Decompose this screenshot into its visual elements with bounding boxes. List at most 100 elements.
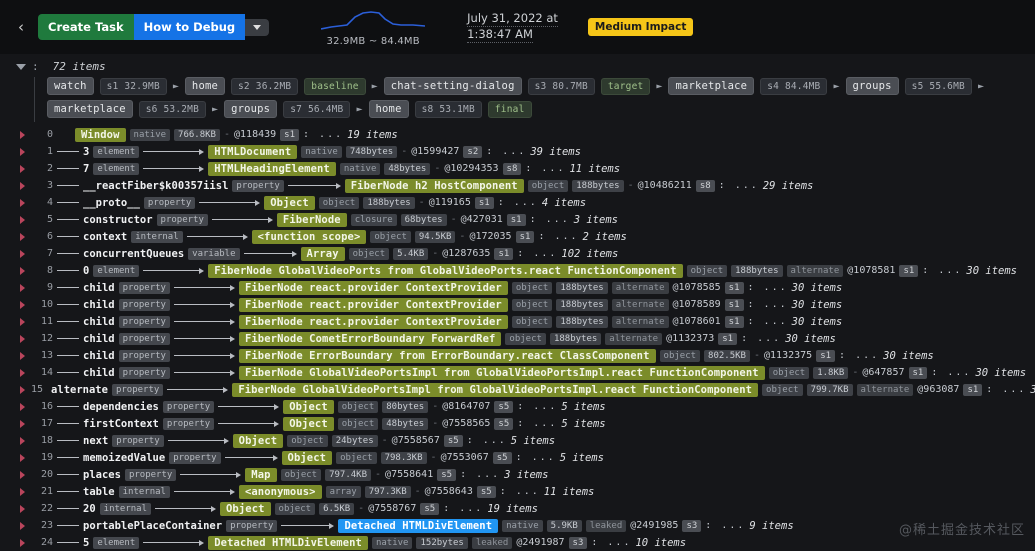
breadcrumb-node[interactable]: groups — [846, 77, 899, 95]
expand-triangle-icon[interactable] — [20, 301, 25, 309]
expand-triangle-icon[interactable] — [20, 165, 25, 173]
breadcrumb-node[interactable]: home — [185, 77, 225, 95]
tree-row[interactable]: 12childpropertyFiberNode CometErrorBound… — [16, 330, 1035, 347]
breadcrumb-node[interactable]: home — [369, 100, 409, 118]
object-name[interactable]: Array — [301, 247, 345, 261]
expand-triangle-icon[interactable] — [20, 454, 25, 462]
object-name[interactable]: Object — [264, 196, 315, 210]
how-to-debug-button[interactable]: How to Debug — [134, 14, 246, 40]
object-name[interactable]: Object — [282, 451, 333, 465]
tree-row[interactable]: 11childpropertyFiberNode react.provider … — [16, 313, 1035, 330]
tree-row[interactable]: 9childpropertyFiberNode react.provider C… — [16, 279, 1035, 296]
expand-triangle-icon[interactable] — [20, 335, 25, 343]
edge-line — [57, 440, 79, 441]
object-name[interactable]: Detached HTMLDivElement — [208, 536, 368, 550]
object-address: @10486211 — [638, 180, 692, 191]
tree-row[interactable]: 23portablePlaceContainerpropertyDetached… — [16, 517, 1035, 534]
object-name[interactable]: FiberNode CometErrorBoundary ForwardRef — [239, 332, 501, 346]
tree-row[interactable]: 5constructorpropertyFiberNodeclosure68by… — [16, 211, 1035, 228]
tree-row[interactable]: 15alternatepropertyFiberNode GlobalVideo… — [16, 381, 1035, 398]
tree-row[interactable]: 13childpropertyFiberNode ErrorBoundary f… — [16, 347, 1035, 364]
snapshot-tag: s1 — [494, 248, 513, 260]
expand-triangle-icon[interactable] — [20, 403, 25, 411]
tree-row[interactable]: 0Windownative766.8KB-@118439s1: ...19 it… — [16, 126, 1035, 143]
tree-row[interactable]: 13elementHTMLDocumentnative748bytes-@159… — [16, 143, 1035, 160]
expand-triangle-icon[interactable] — [20, 284, 25, 292]
edge-line — [57, 321, 79, 322]
edge-kind-tag: variable — [188, 248, 239, 260]
expand-triangle-icon[interactable] — [20, 250, 25, 258]
expand-triangle-icon[interactable] — [20, 539, 25, 547]
tree-row[interactable]: 17firstContextpropertyObjectobject48byte… — [16, 415, 1035, 432]
snapshot-tag: s5 — [493, 452, 512, 464]
expand-triangle-icon[interactable] — [20, 318, 25, 326]
tree-row[interactable]: 2220internalObjectobject6.5KB-@7558767s5… — [16, 500, 1035, 517]
expand-triangle-icon[interactable] — [20, 352, 25, 360]
expand-triangle-icon[interactable] — [20, 505, 25, 513]
edge-line — [57, 151, 79, 152]
expand-triangle-icon[interactable] — [20, 216, 25, 224]
object-name[interactable]: <anonymous> — [239, 485, 322, 499]
tree-row[interactable]: 80elementFiberNode GlobalVideoPorts from… — [16, 262, 1035, 279]
tree-row[interactable]: 19memoizedValuepropertyObjectobject798.3… — [16, 449, 1035, 466]
expand-triangle-icon[interactable] — [20, 437, 25, 445]
tree-row[interactable]: 18nextpropertyObjectobject24bytes-@75585… — [16, 432, 1035, 449]
expand-triangle-icon[interactable] — [20, 148, 25, 156]
tree-row[interactable]: 245elementDetached HTMLDivElementnative1… — [16, 534, 1035, 551]
expand-triangle-icon[interactable] — [20, 369, 25, 377]
object-size-tag: 80bytes — [382, 401, 428, 413]
object-name[interactable]: FiberNode ErrorBoundary from ErrorBounda… — [239, 349, 656, 363]
tree-row[interactable]: 3__reactFiber$k00357iislpropertyFiberNod… — [16, 177, 1035, 194]
tree-row[interactable]: 6contextinternal<function scope>object94… — [16, 228, 1035, 245]
object-name[interactable]: FiberNode react.provider ContextProvider — [239, 281, 508, 295]
expand-triangle-icon[interactable] — [20, 471, 25, 479]
chevron-down-icon[interactable] — [245, 19, 269, 36]
expand-triangle-icon[interactable] — [20, 386, 25, 394]
tree-row[interactable]: 4__proto__propertyObjectobject188bytes-@… — [16, 194, 1035, 211]
row-ellipsis: : ... — [500, 486, 540, 497]
triangle-down-icon[interactable] — [16, 64, 26, 70]
object-name[interactable]: FiberNode h2 HostComponent — [345, 179, 524, 193]
object-name[interactable]: FiberNode GlobalVideoPorts from GlobalVi… — [208, 264, 682, 278]
object-name[interactable]: FiberNode react.provider ContextProvider — [239, 298, 508, 312]
object-name[interactable]: FiberNode — [277, 213, 347, 227]
object-name[interactable]: HTMLDocument — [208, 145, 297, 159]
tree-row[interactable]: 21tableinternal<anonymous>array797.3KB-@… — [16, 483, 1035, 500]
expand-triangle-icon[interactable] — [20, 267, 25, 275]
object-name[interactable]: FiberNode react.provider ContextProvider — [239, 315, 508, 329]
expand-triangle-icon[interactable] — [20, 522, 25, 530]
object-name[interactable]: HTMLHeadingElement — [208, 162, 336, 176]
object-name[interactable]: Object — [283, 400, 334, 414]
row-ellipsis: : ... — [986, 384, 1026, 395]
tree-row[interactable]: 7concurrentQueuesvariableArrayobject5.4K… — [16, 245, 1035, 262]
object-name[interactable]: Object — [283, 417, 334, 431]
breadcrumb-node[interactable]: marketplace — [47, 100, 133, 118]
expand-triangle-icon[interactable] — [20, 182, 25, 190]
expand-triangle-icon[interactable] — [20, 420, 25, 428]
back-icon[interactable]: ‹ — [10, 16, 32, 38]
tree-row[interactable]: 10childpropertyFiberNode react.provider … — [16, 296, 1035, 313]
tree-row[interactable]: 27elementHTMLHeadingElementnative48bytes… — [16, 160, 1035, 177]
object-name[interactable]: FiberNode GlobalVideoPortsImpl from Glob… — [232, 383, 758, 397]
edge-line — [57, 338, 79, 339]
object-name[interactable]: Object — [220, 502, 271, 516]
expand-triangle-icon[interactable] — [20, 233, 25, 241]
breadcrumb-node[interactable]: watch — [47, 77, 94, 95]
expand-triangle-icon[interactable] — [20, 199, 25, 207]
object-name[interactable]: Map — [245, 468, 276, 482]
expand-triangle-icon[interactable] — [20, 488, 25, 496]
object-name[interactable]: FiberNode GlobalVideoPortsImpl from Glob… — [239, 366, 765, 380]
object-name[interactable]: Object — [233, 434, 284, 448]
object-name[interactable]: Detached HTMLDivElement — [338, 519, 498, 533]
breadcrumb-node[interactable]: chat-setting-dialog — [384, 77, 522, 95]
expand-triangle-icon[interactable] — [20, 131, 25, 139]
tree-row[interactable]: 20placespropertyMapobject797.4KB-@755864… — [16, 466, 1035, 483]
snapshot-tag: s1 — [475, 197, 494, 209]
tree-row[interactable]: 16dependenciespropertyObjectobject80byte… — [16, 398, 1035, 415]
object-name[interactable]: <function scope> — [252, 230, 367, 244]
breadcrumb-node[interactable]: marketplace — [668, 77, 754, 95]
object-name[interactable]: Window — [75, 128, 126, 142]
create-task-button[interactable]: Create Task — [38, 14, 134, 40]
tree-row[interactable]: 14childpropertyFiberNode GlobalVideoPort… — [16, 364, 1035, 381]
breadcrumb-node[interactable]: groups — [224, 100, 277, 118]
